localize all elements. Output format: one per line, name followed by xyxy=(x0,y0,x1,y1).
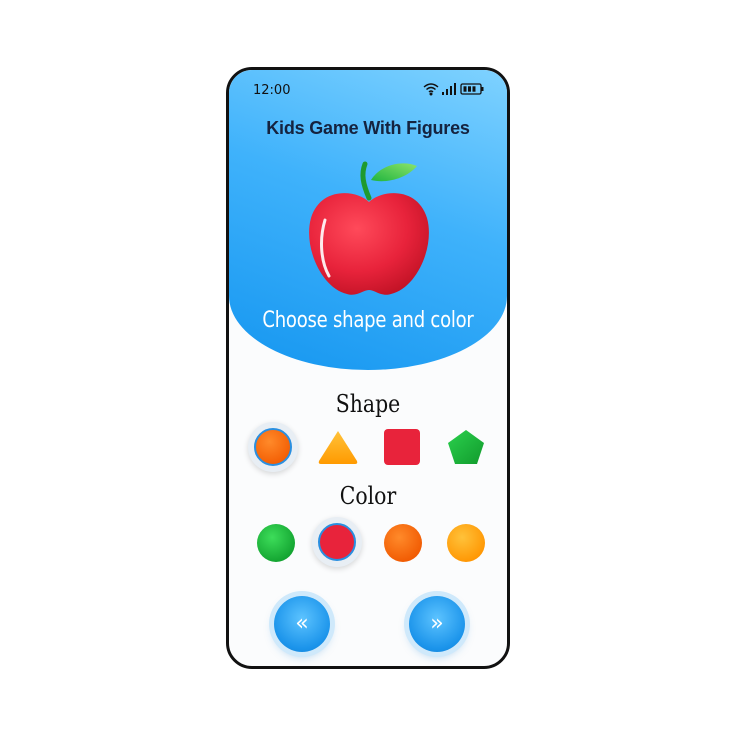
orange-swatch xyxy=(384,524,422,562)
color-option-green[interactable] xyxy=(251,518,301,568)
status-bar: 12:00 xyxy=(229,70,507,110)
double-chevron-left-icon: « xyxy=(295,611,309,636)
wifi-icon xyxy=(423,83,439,96)
hero-subtitle: Choose shape and color xyxy=(262,308,474,333)
battery-icon xyxy=(460,83,484,95)
green-swatch xyxy=(257,524,295,562)
shape-option-pentagon[interactable] xyxy=(441,422,491,472)
signal-icon xyxy=(442,83,456,95)
color-label: Color xyxy=(339,482,397,510)
hero-header: 12:00 Kids Game With Figures Choose shap… xyxy=(229,70,507,370)
yellow-orange-swatch xyxy=(447,524,485,562)
color-option-red[interactable] xyxy=(312,517,362,567)
previous-button[interactable]: « xyxy=(274,596,330,652)
circle-shape-icon xyxy=(254,428,292,466)
shape-option-triangle[interactable] xyxy=(313,422,363,472)
double-chevron-right-icon: » xyxy=(430,611,444,636)
color-option-yellow-orange[interactable] xyxy=(441,518,491,568)
apple-icon xyxy=(309,161,429,295)
page-title: Kids Game With Figures xyxy=(266,118,470,138)
red-swatch xyxy=(318,523,356,561)
shape-option-circle[interactable] xyxy=(248,422,298,472)
phone-frame: 12:00 Kids Game With Figures Choose shap… xyxy=(226,67,510,669)
shape-label: Shape xyxy=(335,390,401,418)
next-button[interactable]: » xyxy=(409,596,465,652)
status-icons xyxy=(423,82,485,98)
color-option-orange[interactable] xyxy=(378,518,428,568)
shape-option-square[interactable] xyxy=(377,422,427,472)
pentagon-shape-icon xyxy=(448,430,484,464)
triangle-shape-icon xyxy=(318,431,358,464)
square-shape-icon xyxy=(384,429,420,465)
status-time: 12:00 xyxy=(253,83,291,98)
